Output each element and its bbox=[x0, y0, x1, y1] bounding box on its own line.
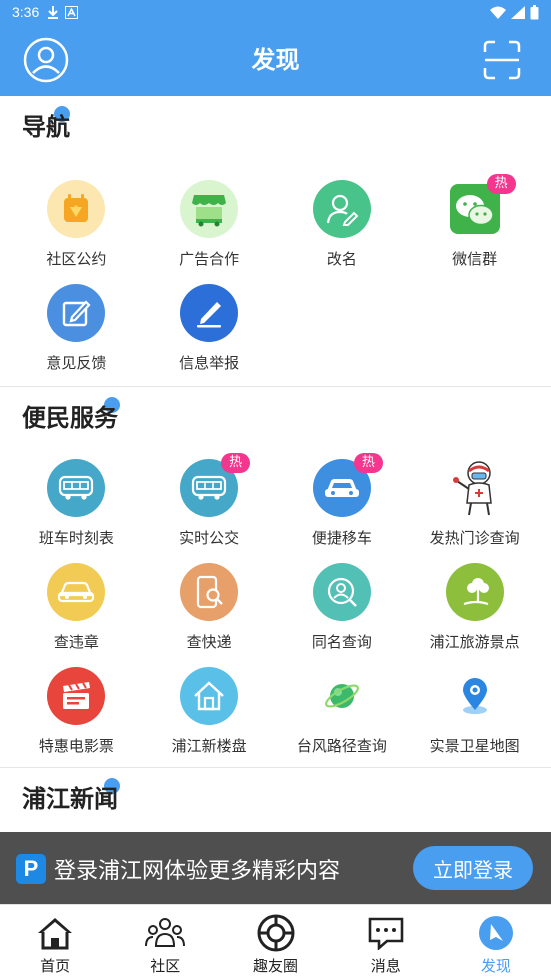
message-icon bbox=[366, 913, 406, 953]
nav-item-community-rules[interactable]: 社区公约 bbox=[10, 176, 143, 280]
tab-messages[interactable]: 消息 bbox=[331, 905, 441, 979]
discover-compass-icon bbox=[476, 913, 516, 953]
service-item-violation[interactable]: 查违章 bbox=[10, 559, 143, 663]
service-item-label: 查快递 bbox=[186, 633, 232, 651]
nav-item-rename[interactable]: 改名 bbox=[276, 176, 409, 280]
nav-item-label: 广告合作 bbox=[179, 250, 240, 268]
report-pen-icon bbox=[180, 284, 239, 342]
nav-item-ad-cooperation[interactable]: 广告合作 bbox=[143, 176, 276, 280]
tab-label: 首页 bbox=[40, 957, 71, 975]
service-item-realtime-bus[interactable]: 热 实时公交 bbox=[143, 453, 276, 559]
hot-badge: 热 bbox=[221, 453, 251, 473]
status-time: 3:36 bbox=[12, 4, 40, 20]
battery-icon bbox=[530, 4, 539, 19]
person-search-icon bbox=[312, 563, 371, 621]
section-nav-header: 导航 bbox=[0, 96, 551, 152]
service-item-label: 查违章 bbox=[53, 633, 99, 651]
tab-label: 趣友圈 bbox=[253, 957, 299, 975]
status-bar: 3:36 bbox=[0, 0, 551, 24]
bottom-tab-bar: 首页 社区 趣友圈 消息 发现 bbox=[0, 904, 551, 979]
friends-circle-icon bbox=[256, 913, 296, 953]
nav-item-label: 微信群 bbox=[452, 250, 498, 268]
signal-icon bbox=[511, 5, 525, 19]
nav-item-label: 社区公约 bbox=[46, 250, 107, 268]
nav-item-wechat-group[interactable]: 热 微信群 bbox=[408, 174, 541, 280]
service-item-label: 同名查询 bbox=[311, 633, 372, 651]
section-news-header: 浦江新闻 bbox=[0, 768, 551, 824]
section-title: 导航 bbox=[22, 112, 70, 141]
tab-label: 发现 bbox=[480, 957, 511, 975]
nav-item-label: 意见反馈 bbox=[46, 354, 107, 372]
nav-item-feedback[interactable]: 意见反馈 bbox=[10, 280, 143, 384]
medic-figure-icon bbox=[446, 459, 504, 517]
nav-grid: 社区公约 广告合作 改名 热 微信群 意见反馈 信息举报 bbox=[0, 152, 551, 384]
home-icon bbox=[35, 913, 75, 953]
wechat-icon: 热 bbox=[446, 174, 516, 238]
community-rules-icon bbox=[47, 180, 106, 238]
section-title: 便民服务 bbox=[22, 403, 118, 432]
service-item-same-name[interactable]: 同名查询 bbox=[276, 559, 409, 663]
service-item-label: 浦江旅游景点 bbox=[429, 633, 520, 651]
service-item-scenic-spots[interactable]: 浦江旅游景点 bbox=[408, 559, 541, 663]
service-item-label: 便捷移车 bbox=[311, 529, 372, 547]
nav-item-label: 改名 bbox=[326, 250, 357, 268]
bus-icon bbox=[47, 459, 106, 517]
service-item-fever-clinic[interactable]: 发热门诊查询 bbox=[408, 455, 541, 559]
tab-friends-circle[interactable]: 趣友圈 bbox=[220, 905, 330, 979]
phone-search-icon bbox=[180, 563, 239, 621]
planet-icon bbox=[313, 667, 371, 725]
service-item-label: 实景卫星地图 bbox=[429, 737, 520, 755]
clapperboard-icon bbox=[47, 667, 106, 725]
tab-label: 消息 bbox=[370, 957, 401, 975]
section-services-header: 便民服务 bbox=[0, 387, 551, 443]
section-title: 浦江新闻 bbox=[22, 784, 118, 813]
service-item-typhoon-path[interactable]: 台风路径查询 bbox=[276, 663, 409, 767]
scan-icon[interactable] bbox=[483, 40, 521, 80]
hot-badge: 热 bbox=[486, 174, 516, 194]
login-button[interactable]: 立即登录 bbox=[413, 846, 533, 890]
login-banner-message: 登录浦江网体验更多精彩内容 bbox=[54, 859, 341, 884]
service-item-label: 班车时刻表 bbox=[38, 529, 114, 547]
car-icon bbox=[47, 563, 106, 621]
services-grid: 班车时刻表 热 实时公交 热 便捷移车 发热门诊查询 查违章 查快递 同名查询 … bbox=[0, 443, 551, 767]
discover-content[interactable]: 导航 社区公约 广告合作 改名 热 微信群 意见反馈 信息举报 便民服务 班车时… bbox=[0, 96, 551, 904]
service-item-label: 台风路径查询 bbox=[296, 737, 387, 755]
bus-icon: 热 bbox=[180, 453, 251, 517]
service-item-express[interactable]: 查快递 bbox=[143, 559, 276, 663]
nav-item-report[interactable]: 信息举报 bbox=[143, 280, 276, 384]
hot-badge: 热 bbox=[353, 453, 383, 473]
car-icon: 热 bbox=[312, 453, 383, 517]
service-item-shuttle-timetable[interactable]: 班车时刻表 bbox=[10, 455, 143, 559]
community-icon bbox=[145, 913, 186, 953]
service-item-label: 浦江新楼盘 bbox=[171, 737, 247, 755]
wifi-icon bbox=[490, 6, 506, 19]
page-title: 发现 bbox=[251, 46, 300, 74]
map-pin-icon bbox=[446, 667, 504, 725]
house-icon bbox=[180, 667, 239, 725]
rename-user-icon bbox=[312, 180, 371, 238]
ad-stall-icon bbox=[180, 180, 239, 238]
service-item-new-homes[interactable]: 浦江新楼盘 bbox=[143, 663, 276, 767]
service-item-movie-tickets[interactable]: 特惠电影票 bbox=[10, 663, 143, 767]
feedback-edit-icon bbox=[47, 284, 106, 342]
service-item-label: 特惠电影票 bbox=[38, 737, 114, 755]
tab-home[interactable]: 首页 bbox=[0, 905, 110, 979]
service-item-label: 实时公交 bbox=[179, 529, 240, 547]
font-a-icon bbox=[65, 5, 79, 19]
nav-item-label: 信息举报 bbox=[179, 354, 240, 372]
service-item-label: 发热门诊查询 bbox=[429, 529, 520, 547]
service-item-satellite-map[interactable]: 实景卫星地图 bbox=[408, 663, 541, 767]
login-banner: P 登录浦江网体验更多精彩内容 立即登录 bbox=[0, 832, 551, 906]
tree-icon bbox=[445, 563, 504, 621]
tab-label: 社区 bbox=[150, 957, 181, 975]
download-icon bbox=[48, 6, 59, 19]
tab-community[interactable]: 社区 bbox=[110, 905, 220, 979]
tab-discover[interactable]: 发现 bbox=[441, 905, 551, 979]
service-item-move-car[interactable]: 热 便捷移车 bbox=[276, 453, 409, 559]
app-header: 发现 bbox=[0, 24, 551, 96]
pujiang-logo: P bbox=[16, 854, 46, 884]
